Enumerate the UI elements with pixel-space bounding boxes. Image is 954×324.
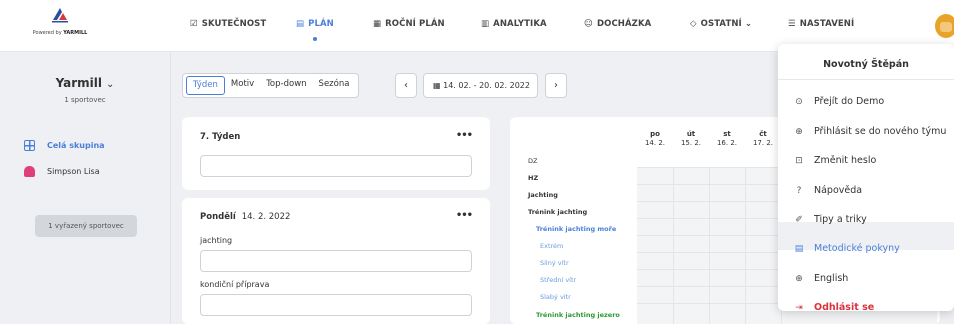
row-label-jachting: Jachting [528, 191, 558, 199]
day-title: Pondělí 14. 2. 2022 [200, 212, 291, 222]
row-label-silny-vitr: Silný vítr [540, 259, 569, 267]
field-label-kondicni-priprava: kondiční příprava [200, 280, 270, 289]
nav-analytika[interactable]: ▥ ANALYTIKA [481, 0, 547, 52]
more-icon[interactable]: ••• [456, 210, 473, 221]
nav-dochazka[interactable]: ☺ DOCHÁZKA [584, 0, 651, 52]
menu-item-english[interactable]: ⊕ English [792, 273, 848, 284]
field-label-jachting: jachting [200, 236, 233, 245]
chevron-down-icon: ⌄ [106, 79, 115, 90]
grid-icon [24, 140, 35, 151]
team-athlete-count: 1 sportovec [64, 96, 106, 104]
row-label-trenink-jachting-jezero: Trénink jachting jezero [536, 311, 620, 319]
sliders-icon: ☰ [788, 19, 796, 29]
row-label-stredni-vitr: Střední vítr [540, 276, 577, 284]
divider [778, 79, 954, 80]
grid-line [673, 167, 674, 324]
list-icon: ▤ [296, 19, 305, 29]
calendar-icon: ▦ [433, 81, 444, 90]
athlete-avatar-icon [24, 166, 35, 177]
check-square-icon: ☑ [190, 19, 198, 29]
view-toolbar: Týden Motiv Top-down Sezóna [182, 73, 360, 98]
week-title: 7. Týden [200, 132, 241, 142]
plus-circle-icon: ⊕ [795, 126, 803, 137]
day-header-st: st 16. 2. [716, 130, 738, 147]
day-header-ut: út 15. 2. [680, 130, 702, 147]
document-icon: ▤ [794, 243, 804, 254]
date-range-picker[interactable]: ▦ 14. 02. - 20. 02. 2022 [423, 73, 538, 98]
nav-plan[interactable]: ▤ PLÁN [296, 0, 334, 52]
more-icon[interactable]: ••• [456, 130, 473, 141]
sidebar-divider [170, 53, 171, 324]
row-label-dz: DZ [528, 157, 538, 165]
view-top-down[interactable]: Top-down [260, 76, 312, 95]
next-week-button[interactable]: › [545, 73, 567, 98]
grid-line [745, 167, 746, 324]
arrow-circle-icon: ⊙ [795, 96, 803, 107]
lock-icon: ⊡ [795, 155, 803, 166]
grid-line [709, 167, 710, 324]
nav-rocni-plan[interactable]: ▦ ROČNÍ PLÁN [373, 0, 445, 52]
chevron-right-icon: › [554, 80, 558, 91]
day-header-po: po 14. 2. [644, 130, 666, 147]
menu-item-metodicke-pokyny[interactable]: ▤ Metodické pokyny [792, 243, 900, 254]
view-tyden[interactable]: Týden [186, 76, 225, 95]
week-note-input[interactable] [200, 155, 472, 177]
view-switcher: Týden Motiv Top-down Sezóna [182, 73, 360, 98]
yarmill-logo[interactable]: Powered by YARMILL [20, 6, 100, 46]
prev-week-button[interactable]: ‹ [395, 73, 417, 98]
menu-item-tipy-a-triky[interactable]: ✐ Tipy a triky [792, 214, 867, 225]
user-menu-dropdown: Novotný Štěpán ⊙ Přejít do Demo ⊕ Přihlási… [778, 44, 954, 313]
nav-skutecnost[interactable]: ☑ SKUTEČNOST [190, 0, 266, 52]
day-card: Pondělí 14. 2. 2022 ••• jachting kondičn… [182, 198, 490, 324]
kondicni-priprava-input[interactable] [200, 294, 472, 316]
globe-icon: ⊕ [795, 273, 803, 284]
users-icon: ☺ [584, 19, 593, 29]
view-sezona[interactable]: Sezóna [313, 76, 356, 95]
sidebar: Yarmill ⌄ 1 sportovec Celá skupina Simpso… [0, 53, 170, 324]
team-selector[interactable]: Yarmill ⌄ [0, 76, 170, 90]
active-indicator [312, 37, 317, 41]
help-icon: ? [796, 185, 802, 196]
week-card: 7. Týden ••• [182, 117, 490, 190]
user-avatar[interactable] [935, 14, 954, 38]
sidebar-item-simpson-lisa[interactable]: Simpson Lisa [24, 166, 100, 177]
user-name: Novotný Štěpán [823, 59, 909, 70]
menu-item-prejit-do-demo[interactable]: ⊙ Přejít do Demo [792, 96, 884, 107]
row-label-hz: HZ [528, 174, 539, 182]
row-label-extrem: Extrém [540, 242, 564, 250]
yarmill-logo-icon [52, 8, 68, 23]
diamond-icon: ◇ [690, 19, 697, 29]
logout-icon: ⇥ [795, 302, 803, 313]
menu-item-odhlasit-se[interactable]: ⇥ Odhlásit se [792, 302, 874, 313]
row-label-trenink-jachting-more: Trénink jachting moře [536, 225, 617, 233]
powered-by-text: Powered by YARMILL [32, 30, 88, 36]
day-header-ct: čt 17. 2. [752, 130, 774, 147]
view-motiv[interactable]: Motiv [225, 76, 260, 95]
sidebar-item-cela-skupina[interactable]: Celá skupina [24, 140, 105, 151]
menu-item-prihlasit-do-tymu[interactable]: ⊕ Přihlásit se do nového týmu [792, 126, 946, 137]
menu-item-napoveda[interactable]: ? Nápověda [792, 185, 862, 196]
retired-athletes-button[interactable]: 1 vyřazený sportovec [35, 215, 137, 237]
row-label-trenink-jachting: Trénink jachting [528, 208, 588, 216]
menu-item-zmenit-heslo[interactable]: ⊡ Změnit heslo [792, 155, 876, 166]
jachting-input[interactable] [200, 250, 472, 272]
row-label-slaby-vitr: Slabý vítr [540, 293, 571, 301]
nav-ostatni[interactable]: ◇ OSTATNÍ ⌄ [690, 0, 752, 52]
rocket-icon: ✐ [795, 214, 803, 225]
chevron-left-icon: ‹ [404, 80, 408, 91]
calendar-icon: ▦ [373, 19, 382, 29]
bar-chart-icon: ▥ [481, 19, 490, 29]
